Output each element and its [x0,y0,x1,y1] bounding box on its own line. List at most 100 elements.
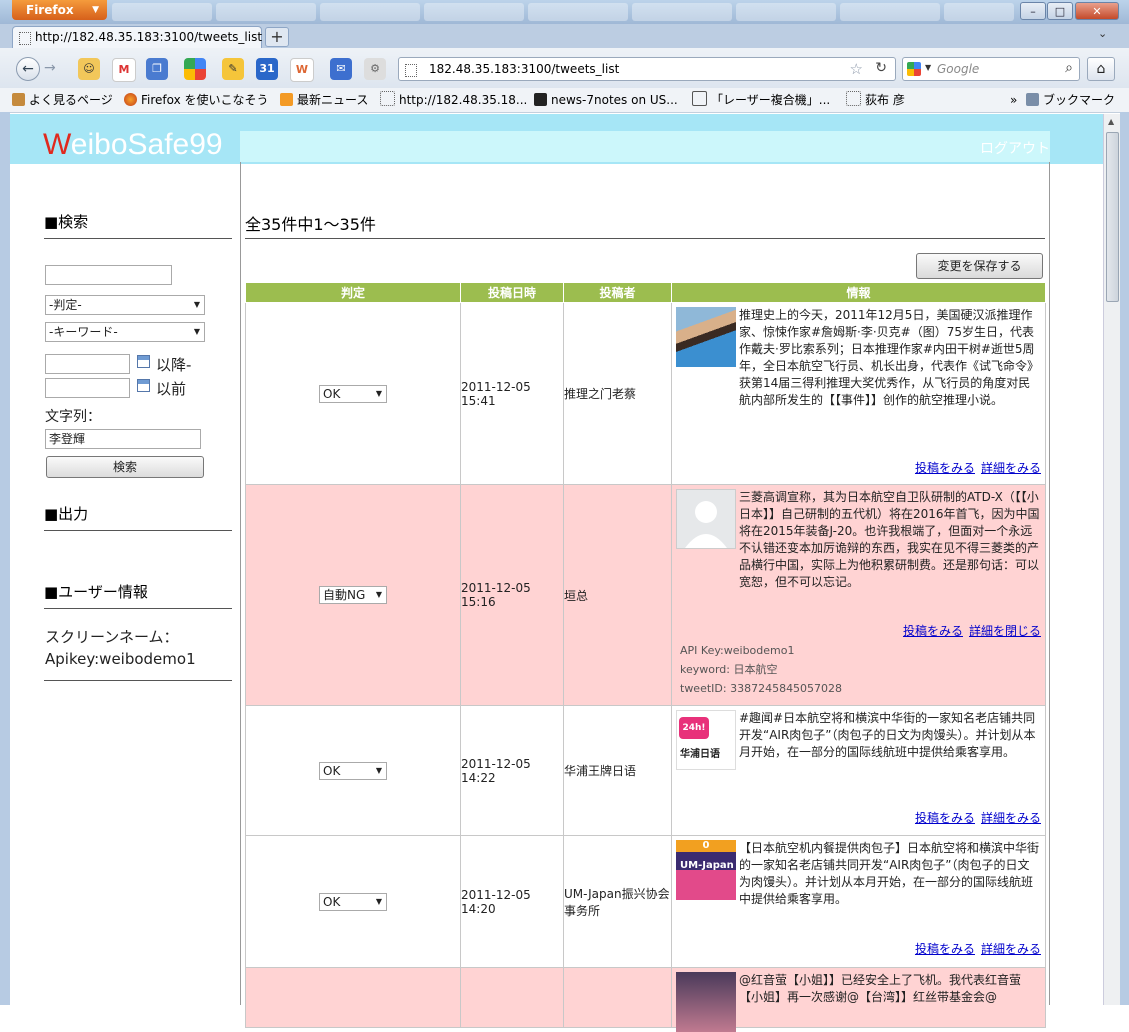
view-detail-link[interactable]: 詳細をみる [981,811,1041,825]
default-avatar[interactable] [676,489,736,549]
reader-icon[interactable]: ❐ [146,58,168,80]
author-cell: 推理之门老蔡 [563,302,672,485]
column-header-info[interactable]: 情報 [671,282,1046,303]
firefox-menu-button[interactable]: Firefox ▼ [12,0,107,20]
keyword-select[interactable]: -キーワード- ▼ [45,322,205,342]
screen-name-label: スクリーンネーム： [45,628,179,646]
search-icon[interactable]: ⌕ [1065,60,1073,76]
background-tab[interactable] [216,3,316,21]
judgement-cell: OK ▼ [245,835,461,968]
scrollbar-thumb[interactable] [1106,132,1119,302]
keyword-detail: keyword: 日本航空 [680,663,778,676]
addon-icon[interactable]: ☺ [78,58,100,80]
judgement-select[interactable]: OK ▼ [319,384,387,403]
bookmark-most-visited[interactable]: よく見るページ [12,91,113,109]
scroll-up-icon[interactable]: ▲ [1108,117,1114,126]
judgement-select[interactable]: OK ▼ [319,761,387,780]
user-section-title: ■ユーザー情報 [44,583,148,601]
bookmark-star-icon[interactable]: ☆ [850,60,863,78]
save-changes-button[interactable]: 変更を保存する [916,253,1043,279]
maximize-button[interactable]: □ [1047,2,1073,20]
bookmark-ogifu[interactable]: 荻布 彦 [846,91,905,109]
gmail-icon[interactable]: M [112,58,136,82]
search-button[interactable]: 検索 [46,456,204,478]
notes-icon[interactable]: ✎ [222,58,244,80]
judgement-select[interactable]: 自動NG ▼ [319,586,387,604]
home-button[interactable]: ⌂ [1087,57,1115,81]
column-header-author[interactable]: 投稿者 [563,282,672,303]
google-icon[interactable] [184,58,206,80]
bookmark-firefox[interactable]: Firefox を使いこなそう [124,91,269,109]
search-bar[interactable]: ▼ Google ⌕ [902,57,1080,81]
bookmark-laser[interactable]: 「レーザー複合機」... [692,91,830,109]
wave-icon[interactable]: W [290,58,314,82]
tweet-text: 三菱高调宣称，其为日本航空自卫队研制的ATD-X（【【小日本】】自己研制的五代机… [739,490,1040,589]
calendar-icon[interactable]: 31 [256,58,278,80]
chevron-down-icon: ▼ [193,327,200,336]
back-button[interactable]: ← [16,57,40,81]
user-avatar[interactable]: 24h! 华浦日语 [676,710,736,770]
view-post-link[interactable]: 投稿をみる [915,461,975,475]
firefox-menu-label: Firefox [26,3,74,17]
date-cell: 2011-12-05 15:41 [460,302,564,485]
background-tab[interactable] [944,3,1014,21]
bookmarks-icon [1026,93,1039,106]
bookmark-news7notes[interactable]: news-7notes on US... [534,91,678,109]
vertical-scrollbar[interactable]: ▲ [1103,114,1121,1005]
calendar-icon[interactable] [137,379,150,392]
user-avatar[interactable] [676,307,736,367]
page-icon [405,64,417,77]
background-tab[interactable] [632,3,732,21]
string-input[interactable]: 李登輝 [45,429,201,449]
view-post-link[interactable]: 投稿をみる [915,811,975,825]
background-tab[interactable] [736,3,836,21]
bookmark-news[interactable]: 最新ニュース [280,91,368,109]
background-tab[interactable] [112,3,212,21]
bookmark-label: 「レーザー複合機」... [711,93,831,107]
background-tab[interactable] [320,3,420,21]
chevron-down-icon: ▼ [92,5,99,15]
column-header-judgement[interactable]: 判定 [245,282,461,303]
view-post-link[interactable]: 投稿をみる [915,942,975,956]
logout-link[interactable]: ログアウト [980,138,1050,158]
share-icon[interactable]: ✉ [330,58,352,80]
close-detail-link[interactable]: 詳細を閉じる [969,624,1041,638]
select-value: -キーワード- [49,325,118,339]
column-header-date[interactable]: 投稿日時 [460,282,564,303]
bookmarks-overflow[interactable]: » [1010,91,1017,109]
forward-button[interactable]: → [44,60,56,76]
judgement-select[interactable]: OK ▼ [319,892,387,911]
chevron-down-icon[interactable]: ▼ [925,63,931,72]
bookmark-url[interactable]: http://182.48.35.18... [380,91,527,109]
view-post-link[interactable]: 投稿をみる [903,624,963,638]
url-bar[interactable]: 182.48.35.183:3100/tweets_list ☆ ↻ [398,57,896,81]
background-tab[interactable] [840,3,940,21]
bookmarks-menu[interactable]: ブックマーク [1026,91,1115,109]
background-tab[interactable] [424,3,524,21]
background-tab[interactable] [528,3,628,21]
user-avatar[interactable] [676,972,736,1032]
view-detail-link[interactable]: 詳細をみる [981,942,1041,956]
gear-icon[interactable]: ⚙ [364,58,386,80]
view-detail-link[interactable]: 詳細をみる [981,461,1041,475]
calendar-icon[interactable] [137,355,150,368]
site-logo[interactable]: WeiboSafe99 [43,128,223,162]
user-avatar[interactable]: 0 UM-Japan [676,840,736,900]
close-window-button[interactable]: ✕ [1075,2,1119,20]
tab-list-icon[interactable]: ⌄ [1098,27,1107,40]
date-to-input[interactable] [45,378,130,398]
new-tab-button[interactable]: + [265,27,289,47]
bookmark-label: よく見るページ [29,93,113,107]
date-from-input[interactable] [45,354,130,374]
search-input[interactable] [45,265,172,285]
table-header-row: 判定 投稿日時 投稿者 情報 [245,282,1046,303]
bookmark-label: Firefox を使いこなそう [141,93,269,107]
judgement-cell: OK ▼ [245,302,461,485]
bookmark-label: news-7notes on US... [551,93,678,107]
window-frame [1120,112,1129,1005]
tweet-text: 推理史上的今天，2011年12月5日，美国硬汉派推理作家、惊悚作家#詹姆斯·李·… [739,308,1040,407]
tab-active[interactable]: http://182.48.35.183:3100/tweets_list [12,26,262,48]
minimize-button[interactable]: – [1020,2,1046,20]
judgement-select[interactable]: -判定- ▼ [45,295,205,315]
reload-icon[interactable]: ↻ [875,60,887,76]
